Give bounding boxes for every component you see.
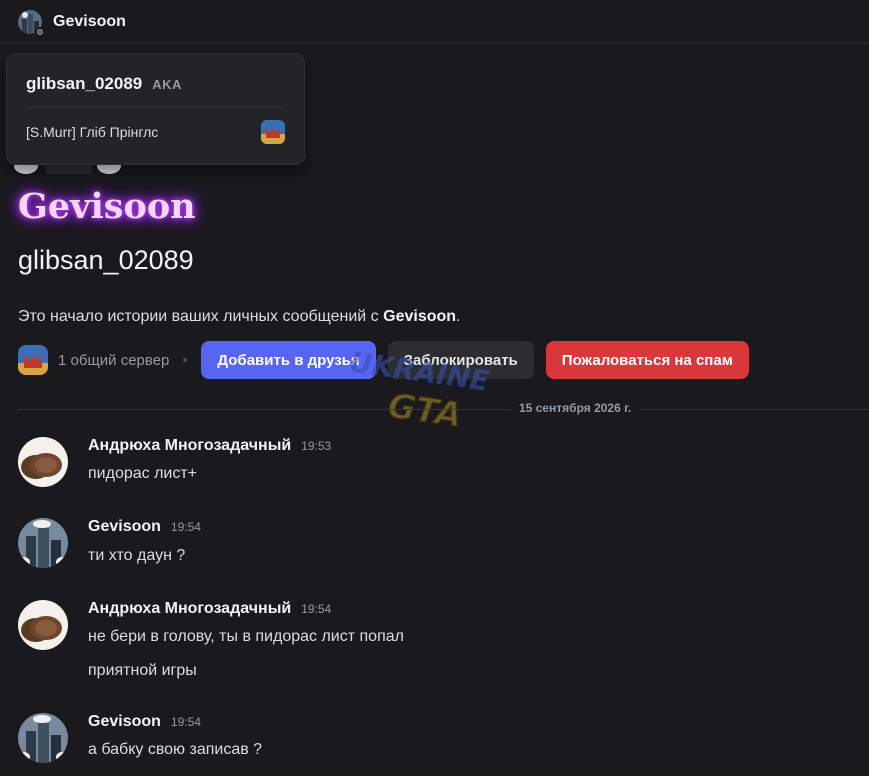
message-text: ти хто даун ? (88, 547, 186, 564)
profile-display-name: Gevisoon (18, 186, 196, 227)
message-timestamp: 19:53 (301, 439, 332, 453)
message-header: Gevisoon 19:54 (88, 518, 201, 536)
svg-text:GTA: GTA (385, 386, 464, 436)
avatar[interactable] (18, 518, 68, 568)
city-avatar-icon (18, 713, 68, 763)
message-header: Андрюха Многозадачный 19:54 (88, 600, 331, 618)
mutual-servers-link[interactable]: 1 общий сервер (58, 352, 169, 369)
add-friend-button[interactable]: Добавить в друзья (201, 341, 376, 379)
aka-tag: AKA (152, 77, 182, 92)
avatar[interactable] (18, 600, 68, 650)
mutual-server-icon[interactable] (18, 345, 48, 375)
message-text: приятной игры (88, 662, 197, 679)
date-divider-line (18, 409, 869, 410)
message-text: а бабку свою записав ? (88, 741, 263, 758)
message-text: пидорас лист+ (88, 465, 198, 482)
message-header: Gevisoon 19:54 (88, 713, 201, 731)
dm-channel-view: Gevisoon glibsan_02089 AKA [S.Murr] Гліб… (0, 0, 869, 776)
aka-username: glibsan_02089 (26, 74, 143, 93)
message-timestamp: 19:54 (170, 520, 201, 534)
profile-actions: 1 общий сервер Добавить в друзья Заблоки… (18, 341, 749, 379)
aka-popover: glibsan_02089 AKA [S.Murr] Гліб Прінглс (6, 53, 305, 165)
message-timestamp: 19:54 (301, 602, 332, 616)
intro-text: Это начало истории ваших личных сообщени… (18, 308, 460, 326)
avatar[interactable] (18, 437, 68, 487)
profile-username: glibsan_02089 (18, 245, 194, 275)
server-logo-icon (18, 345, 48, 375)
avatar[interactable] (18, 9, 45, 37)
intro-name: Gevisoon (383, 308, 457, 325)
message-author[interactable]: Андрюха Многозадачный (88, 437, 291, 455)
message-header: Андрюха Многозадачный 19:53 (88, 437, 331, 455)
header-title: Gevisoon (53, 12, 126, 30)
city-avatar-icon (18, 518, 68, 568)
avatar[interactable] (18, 713, 68, 763)
server-logo-icon (261, 120, 285, 144)
server-icon[interactable] (261, 120, 285, 144)
aka-header: glibsan_02089 AKA (26, 74, 182, 94)
bread-avatar-icon (18, 437, 68, 487)
message-text: не бери в голову, ты в пидорас лист попа… (88, 628, 404, 645)
intro-suffix: . (456, 308, 461, 325)
offline-status-icon (35, 26, 45, 37)
message-author[interactable]: Gevisoon (88, 518, 161, 536)
aka-server-nick[interactable]: [S.Murr] Гліб Прінглс (26, 124, 158, 140)
message-author[interactable]: Андрюха Многозадачный (88, 600, 291, 618)
message-author[interactable]: Gevisoon (88, 713, 161, 731)
bread-avatar-icon (18, 600, 68, 650)
report-spam-button[interactable]: Пожаловаться на спам (545, 341, 749, 379)
separator-dot (183, 358, 188, 362)
message-timestamp: 19:54 (170, 715, 201, 729)
intro-prefix: Это начало истории ваших личных сообщени… (18, 308, 384, 325)
divider (26, 107, 285, 108)
date-divider: 15 сентября 2026 г. (511, 401, 640, 415)
block-button[interactable]: Заблокировать (387, 341, 534, 379)
channel-header: Gevisoon (0, 0, 869, 44)
